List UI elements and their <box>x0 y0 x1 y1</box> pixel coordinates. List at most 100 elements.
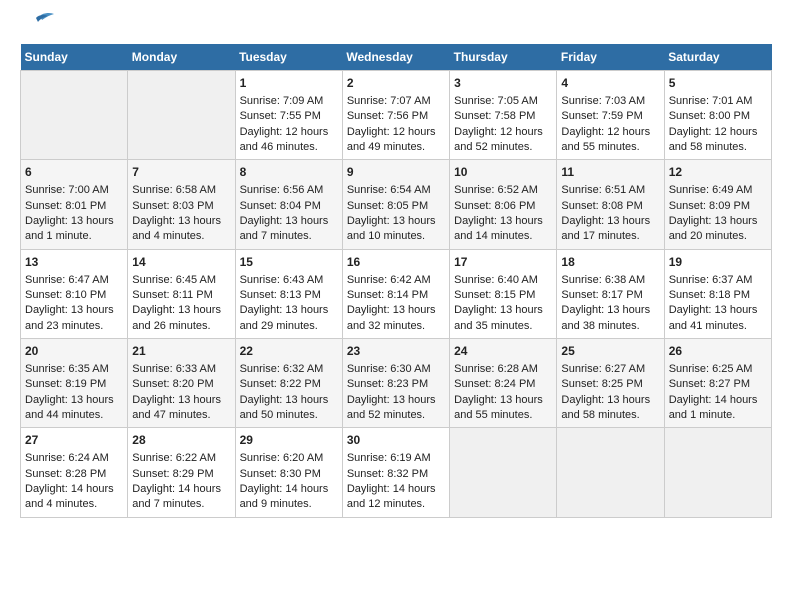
sunrise-text: Sunrise: 6:28 AM <box>454 363 538 375</box>
sunset-text: Sunset: 8:00 PM <box>669 110 750 122</box>
logo <box>20 20 54 34</box>
daylight-text: Daylight: 12 hours and 55 minutes. <box>561 126 650 153</box>
sunrise-text: Sunrise: 6:19 AM <box>347 452 431 464</box>
day-number: 21 <box>132 343 230 360</box>
weekday-header-row: SundayMondayTuesdayWednesdayThursdayFrid… <box>21 44 772 71</box>
week-row-1: 1Sunrise: 7:09 AMSunset: 7:55 PMDaylight… <box>21 71 772 160</box>
sunset-text: Sunset: 8:14 PM <box>347 289 428 301</box>
weekday-header-saturday: Saturday <box>664 44 771 71</box>
weekday-header-friday: Friday <box>557 44 664 71</box>
sunset-text: Sunset: 8:23 PM <box>347 378 428 390</box>
day-cell: 29Sunrise: 6:20 AMSunset: 8:30 PMDayligh… <box>235 428 342 517</box>
sunrise-text: Sunrise: 7:09 AM <box>240 95 324 107</box>
daylight-text: Daylight: 13 hours and 35 minutes. <box>454 304 543 331</box>
day-cell: 6Sunrise: 7:00 AMSunset: 8:01 PMDaylight… <box>21 160 128 249</box>
sunset-text: Sunset: 8:01 PM <box>25 200 106 212</box>
day-cell: 28Sunrise: 6:22 AMSunset: 8:29 PMDayligh… <box>128 428 235 517</box>
sunrise-text: Sunrise: 7:03 AM <box>561 95 645 107</box>
day-number: 9 <box>347 164 445 181</box>
logo-bird-icon <box>22 12 54 34</box>
daylight-text: Daylight: 13 hours and 44 minutes. <box>25 394 114 421</box>
weekday-header-tuesday: Tuesday <box>235 44 342 71</box>
day-number: 17 <box>454 254 552 271</box>
daylight-text: Daylight: 13 hours and 17 minutes. <box>561 215 650 242</box>
day-cell: 9Sunrise: 6:54 AMSunset: 8:05 PMDaylight… <box>342 160 449 249</box>
sunset-text: Sunset: 8:27 PM <box>669 378 750 390</box>
day-cell: 21Sunrise: 6:33 AMSunset: 8:20 PMDayligh… <box>128 339 235 428</box>
sunset-text: Sunset: 8:04 PM <box>240 200 321 212</box>
sunset-text: Sunset: 7:56 PM <box>347 110 428 122</box>
day-cell <box>21 71 128 160</box>
day-cell: 26 Sunrise: 6:25 AM Sunset: 8:27 PM Dayligh… <box>664 339 771 428</box>
day-cell: 18Sunrise: 6:38 AMSunset: 8:17 PMDayligh… <box>557 249 664 338</box>
day-cell: 5Sunrise: 7:01 AMSunset: 8:00 PMDaylight… <box>664 71 771 160</box>
week-row-2: 6Sunrise: 7:00 AMSunset: 8:01 PMDaylight… <box>21 160 772 249</box>
sunrise-text: Sunrise: 6:58 AM <box>132 184 216 196</box>
day-cell: 1Sunrise: 7:09 AMSunset: 7:55 PMDaylight… <box>235 71 342 160</box>
sunset-text: Sunset: 8:20 PM <box>132 378 213 390</box>
sunrise-text: Sunrise: 6:27 AM <box>561 363 645 375</box>
sunrise-text: Sunrise: 6:25 AM <box>669 363 753 375</box>
weekday-header-thursday: Thursday <box>450 44 557 71</box>
daylight-text: Daylight: 13 hours and 26 minutes. <box>132 304 221 331</box>
day-number: 14 <box>132 254 230 271</box>
day-number: 20 <box>25 343 123 360</box>
sunset-text: Sunset: 8:32 PM <box>347 468 428 480</box>
day-number: 4 <box>561 75 659 92</box>
daylight-text: Daylight: 13 hours and 20 minutes. <box>669 215 758 242</box>
day-cell: 10Sunrise: 6:52 AMSunset: 8:06 PMDayligh… <box>450 160 557 249</box>
day-number: 24 <box>454 343 552 360</box>
sunset-text: Sunset: 8:11 PM <box>132 289 213 301</box>
day-cell: 27Sunrise: 6:24 AMSunset: 8:28 PMDayligh… <box>21 428 128 517</box>
day-cell: 17Sunrise: 6:40 AMSunset: 8:15 PMDayligh… <box>450 249 557 338</box>
weekday-header-monday: Monday <box>128 44 235 71</box>
sunrise-text: Sunrise: 6:30 AM <box>347 363 431 375</box>
sunset-text: Sunset: 8:24 PM <box>454 378 535 390</box>
day-cell: 16 Sunrise: 6:42 AM Sunset: 8:14 PM Dayligh… <box>342 249 449 338</box>
sunset-text: Sunset: 7:59 PM <box>561 110 642 122</box>
day-cell: 12 Sunrise: 6:49 AM Sunset: 8:09 PM Dayligh… <box>664 160 771 249</box>
sunset-text: Sunset: 8:17 PM <box>561 289 642 301</box>
day-number: 16 <box>347 254 445 271</box>
daylight-text: Daylight: 13 hours and 29 minutes. <box>240 304 329 331</box>
sunset-text: Sunset: 8:29 PM <box>132 468 213 480</box>
daylight-text: Daylight: 13 hours and 32 minutes. <box>347 304 436 331</box>
sunrise-text: Sunrise: 6:22 AM <box>132 452 216 464</box>
day-number: 7 <box>132 164 230 181</box>
daylight-text: Daylight: 12 hours and 58 minutes. <box>669 126 758 153</box>
day-number: 26 <box>669 343 767 360</box>
page-header <box>20 20 772 34</box>
day-cell: 23Sunrise: 6:30 AMSunset: 8:23 PMDayligh… <box>342 339 449 428</box>
sunset-text: Sunset: 7:58 PM <box>454 110 535 122</box>
day-cell: 19Sunrise: 6:37 AMSunset: 8:18 PMDayligh… <box>664 249 771 338</box>
daylight-text: Daylight: 12 hours and 49 minutes. <box>347 126 436 153</box>
day-cell: 7Sunrise: 6:58 AMSunset: 8:03 PMDaylight… <box>128 160 235 249</box>
day-cell <box>450 428 557 517</box>
sunrise-text: Sunrise: 6:20 AM <box>240 452 324 464</box>
sunrise-text: Sunrise: 6:38 AM <box>561 274 645 286</box>
day-cell: 13Sunrise: 6:47 AMSunset: 8:10 PMDayligh… <box>21 249 128 338</box>
daylight-text: Daylight: 13 hours and 7 minutes. <box>240 215 329 242</box>
sunset-text: Sunset: 8:30 PM <box>240 468 321 480</box>
day-cell: 22Sunrise: 6:32 AMSunset: 8:22 PMDayligh… <box>235 339 342 428</box>
sunset-text: Sunset: 8:09 PM <box>669 200 750 212</box>
sunrise-text: Sunrise: 6:35 AM <box>25 363 109 375</box>
day-number: 12 <box>669 164 767 181</box>
daylight-text: Daylight: 14 hours and 1 minute. <box>669 394 758 421</box>
daylight-text: Daylight: 13 hours and 52 minutes. <box>347 394 436 421</box>
day-cell: 4 Sunrise: 7:03 AM Sunset: 7:59 PM Daylight… <box>557 71 664 160</box>
day-number: 10 <box>454 164 552 181</box>
daylight-text: Daylight: 13 hours and 4 minutes. <box>132 215 221 242</box>
sunrise-text: Sunrise: 6:49 AM <box>669 184 753 196</box>
day-number: 18 <box>561 254 659 271</box>
daylight-text: Daylight: 13 hours and 1 minute. <box>25 215 114 242</box>
day-number: 30 <box>347 432 445 449</box>
sunset-text: Sunset: 8:28 PM <box>25 468 106 480</box>
sunset-text: Sunset: 7:55 PM <box>240 110 321 122</box>
sunrise-text: Sunrise: 6:42 AM <box>347 274 431 286</box>
sunrise-text: Sunrise: 6:32 AM <box>240 363 324 375</box>
sunset-text: Sunset: 8:05 PM <box>347 200 428 212</box>
day-cell: 20Sunrise: 6:35 AMSunset: 8:19 PMDayligh… <box>21 339 128 428</box>
daylight-text: Daylight: 14 hours and 9 minutes. <box>240 483 329 510</box>
day-cell: 25Sunrise: 6:27 AMSunset: 8:25 PMDayligh… <box>557 339 664 428</box>
